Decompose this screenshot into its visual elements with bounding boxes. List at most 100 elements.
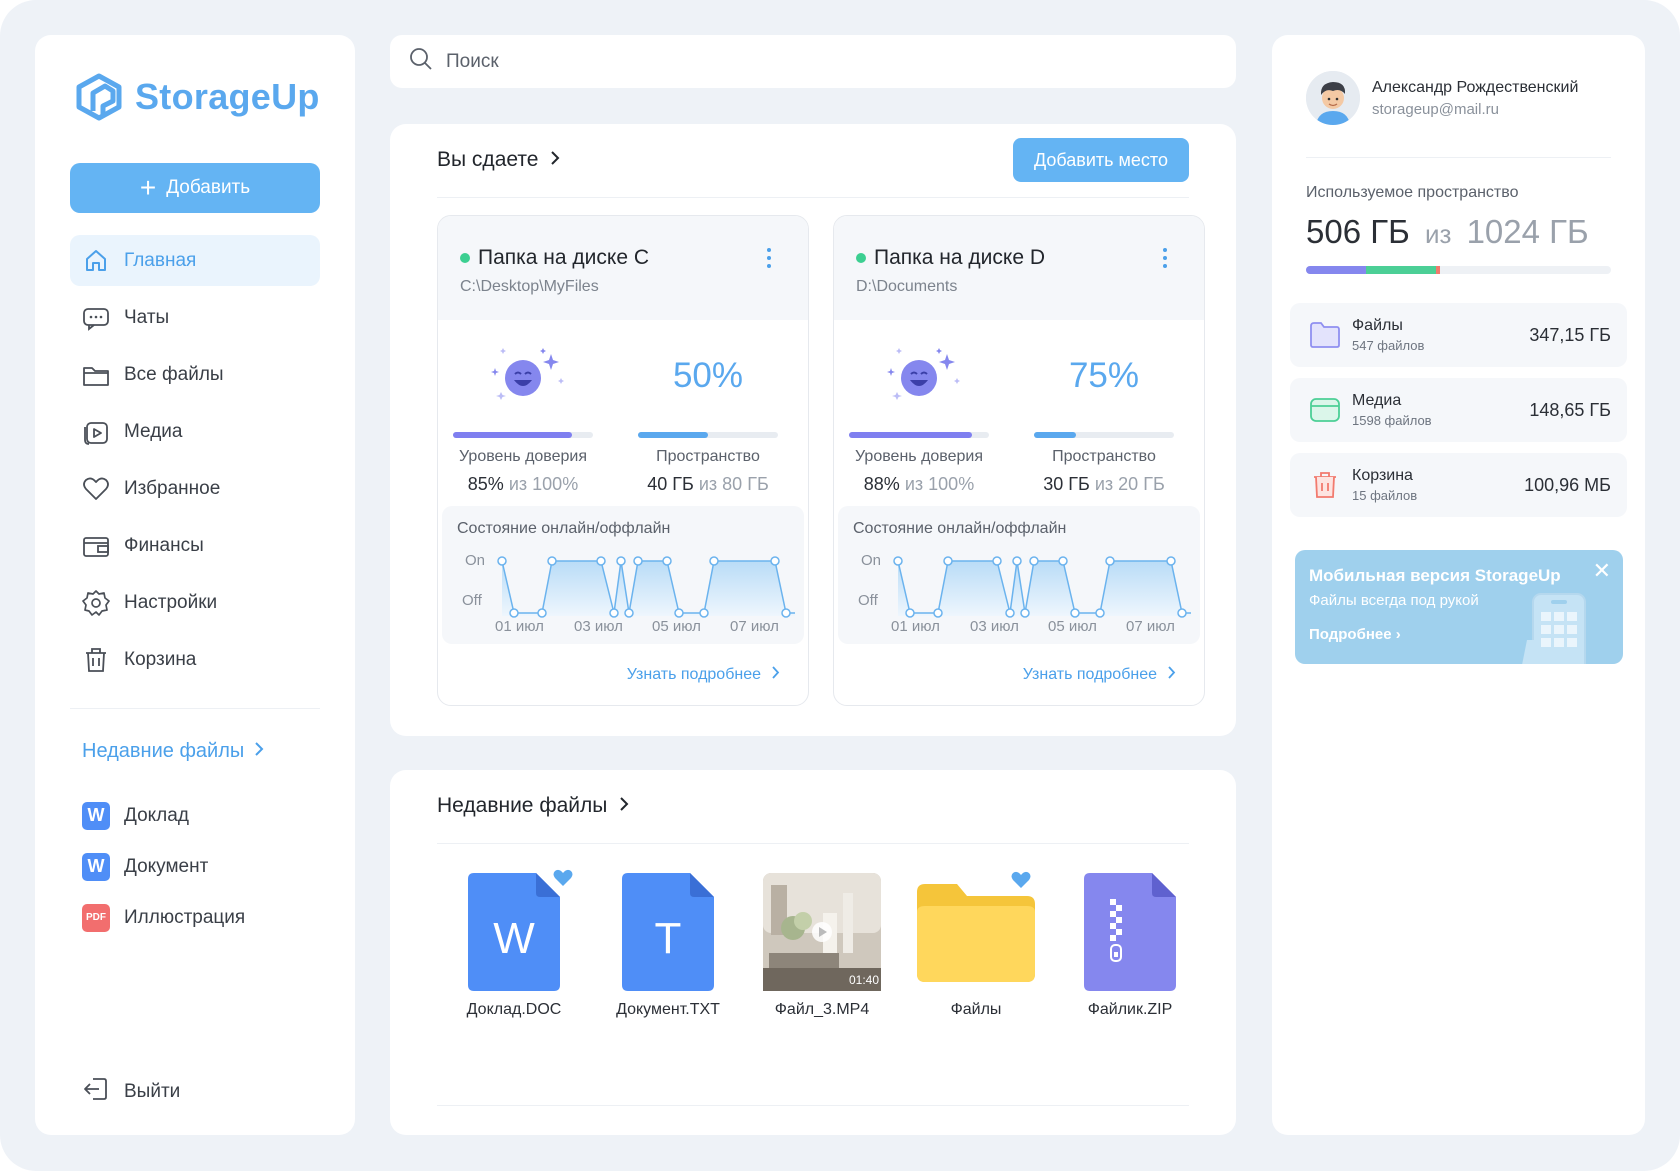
- file-item[interactable]: 01:40 Файл_3.MP4: [745, 873, 899, 1019]
- trash-icon: [1308, 468, 1342, 502]
- folder-card[interactable]: Папка на диске C C:\Desktop\MyFiles Уров…: [437, 215, 809, 706]
- phone-illustration: [1522, 593, 1586, 664]
- sidebar-recent-item[interactable]: PDF Иллюстрация: [82, 892, 245, 943]
- online-status-dot: [460, 253, 470, 263]
- learn-more-label: Узнать подробнее: [1022, 666, 1157, 683]
- space-value-total: 20 ГБ: [1118, 474, 1165, 494]
- chevron-right-icon: [619, 794, 629, 818]
- more-options-icon[interactable]: [766, 248, 772, 270]
- sidebar-recent-list: W Доклад W Документ PDF Иллюстрация: [82, 790, 245, 943]
- stat-size: 100,96 МБ: [1524, 474, 1611, 495]
- close-icon[interactable]: ✕: [1593, 560, 1611, 582]
- folder-card-title-text: Папка на диске C: [478, 246, 650, 269]
- plus-icon: +: [139, 172, 157, 203]
- space-progress-bar: [1034, 432, 1174, 438]
- trust-value-total: 100%: [532, 474, 579, 494]
- learn-more-link[interactable]: Узнать подробнее: [627, 665, 780, 685]
- trust-progress-bar: [453, 432, 593, 438]
- logout-button[interactable]: Выйти: [82, 1075, 180, 1109]
- trust-value-current: 85%: [467, 474, 504, 494]
- sidebar-item-home[interactable]: Главная: [70, 235, 320, 286]
- recent-files-title[interactable]: Недавние файлы: [437, 794, 629, 818]
- sidebar-item-label: Чаты: [124, 306, 170, 328]
- sidebar-recent-item[interactable]: W Документ: [82, 841, 245, 892]
- recent-files-list: W Доклад.DOC T Документ.TXT 01:40 Файл_3…: [437, 869, 1207, 1019]
- mobile-promo-banner[interactable]: Мобильная версия StorageUp Файлы всегда …: [1295, 550, 1623, 664]
- add-button[interactable]: + Добавить: [70, 163, 320, 213]
- stat-trash[interactable]: Корзина 15 файлов 100,96 МБ: [1290, 453, 1627, 517]
- space-progress-fill: [638, 432, 708, 438]
- sidebar-item-all-files[interactable]: Все файлы: [70, 349, 320, 400]
- smiley-icon: [849, 336, 989, 416]
- space-value-current: 30 ГБ: [1043, 474, 1090, 494]
- folder-card-header: Папка на диске D D:\Documents: [834, 216, 1204, 320]
- user-profile[interactable]: Александр Рождественский storageup@mail.…: [1306, 71, 1578, 125]
- space-value: 30 ГБ из 20 ГБ: [1034, 474, 1174, 495]
- add-space-button[interactable]: Добавить место: [1013, 138, 1189, 182]
- learn-more-link[interactable]: Узнать подробнее: [1023, 665, 1176, 685]
- promo-link[interactable]: Подробнее ›: [1309, 626, 1401, 643]
- status-chart-svg: On Off 01 июл 03 июл 05 июл 07 июл: [858, 552, 1191, 635]
- file-name: Доклад.DOC: [466, 1001, 562, 1018]
- stat-media[interactable]: Медиа 1598 файлов 148,65 ГБ: [1290, 378, 1627, 442]
- sidebar-recent-item[interactable]: W Доклад: [82, 790, 245, 841]
- used-space-bar: [1306, 266, 1611, 274]
- add-button-label: Добавить: [166, 177, 251, 198]
- logo[interactable]: StorageUp: [73, 71, 320, 123]
- trust-metric: Уровень доверия 88% из 100%: [849, 336, 989, 495]
- trust-progress-fill: [453, 432, 572, 438]
- stat-name: Файлы: [1352, 317, 1403, 334]
- folder-card[interactable]: Папка на диске D D:\Documents Уровень до…: [833, 215, 1205, 706]
- user-name: Александр Рождественский: [1372, 78, 1579, 96]
- folder-card-title: Папка на диске D: [856, 246, 1045, 270]
- sidebar-item-label: Главная: [124, 249, 197, 271]
- search-placeholder: Поиск: [446, 50, 499, 72]
- pdf-icon: PDF: [82, 903, 110, 932]
- rent-title[interactable]: Вы сдаете: [437, 148, 560, 172]
- recent-divider-top: [437, 843, 1189, 844]
- sidebar-item-label: Корзина: [124, 648, 197, 670]
- stat-count: 15 файлов: [1352, 488, 1418, 503]
- sidebar-nav: Главная Чаты Все файлы Медиа Избранное Ф…: [70, 235, 320, 691]
- chevron-right-icon: [771, 665, 780, 685]
- folder-card-header: Папка на диске C C:\Desktop\MyFiles: [438, 216, 808, 320]
- sidebar-recent-title[interactable]: Недавние файлы: [82, 740, 264, 763]
- trust-value: 85% из 100%: [453, 474, 593, 495]
- recent-files-panel: Недавние файлы W Доклад.DOC T Документ.T…: [390, 770, 1236, 1135]
- trust-value-current: 88%: [863, 474, 900, 494]
- more-options-icon[interactable]: [1162, 248, 1168, 270]
- status-chart: Состояние онлайн/оффлайн On Off 01 июл 0…: [442, 506, 804, 644]
- status-chart-svg: On Off 01 июл 03 июл 05 июл 07 июл: [462, 552, 795, 635]
- word-icon: W: [82, 852, 110, 881]
- trust-progress-bar: [849, 432, 989, 438]
- sidebar-item-chats[interactable]: Чаты: [70, 292, 320, 343]
- status-chart: Состояние онлайн/оффлайн On Off 01 июл 0…: [838, 506, 1200, 644]
- x-label: 01 июл: [495, 618, 544, 635]
- sidebar-recent-title-label: Недавние файлы: [82, 740, 245, 762]
- favorite-heart-icon[interactable]: [1011, 871, 1031, 894]
- file-item[interactable]: Файлик.ZIP: [1053, 873, 1207, 1019]
- wallet-icon: [82, 532, 110, 560]
- search-input[interactable]: Поиск: [390, 35, 1236, 88]
- sidebar-item-finance[interactable]: Финансы: [70, 520, 320, 571]
- sidebar-item-favorites[interactable]: Избранное: [70, 463, 320, 514]
- file-item[interactable]: Файлы: [899, 871, 1053, 1019]
- sidebar-recent-label: Документ: [124, 855, 209, 877]
- stat-files[interactable]: Файлы 547 файлов 347,15 ГБ: [1290, 303, 1627, 367]
- file-item[interactable]: W Доклад.DOC: [437, 869, 591, 1019]
- x-label: 07 июл: [1126, 618, 1175, 635]
- stat-count: 547 файлов: [1352, 338, 1425, 353]
- learn-more-label: Узнать подробнее: [626, 666, 761, 683]
- folder-path: C:\Desktop\MyFiles: [460, 278, 599, 295]
- chevron-right-icon: [254, 740, 264, 763]
- file-item[interactable]: T Документ.TXT: [591, 873, 745, 1019]
- logo-text: StorageUp: [135, 76, 320, 117]
- space-percent: 75%: [1068, 356, 1140, 395]
- sidebar-item-media[interactable]: Медиа: [70, 406, 320, 457]
- sidebar-item-settings[interactable]: Настройки: [70, 577, 320, 628]
- sidebar-item-label: Финансы: [124, 534, 204, 556]
- used-space-amount: 506 ГБ: [1306, 213, 1410, 250]
- x-label: 01 июл: [891, 618, 940, 635]
- favorite-heart-icon[interactable]: [553, 869, 573, 892]
- sidebar-item-trash[interactable]: Корзина: [70, 634, 320, 685]
